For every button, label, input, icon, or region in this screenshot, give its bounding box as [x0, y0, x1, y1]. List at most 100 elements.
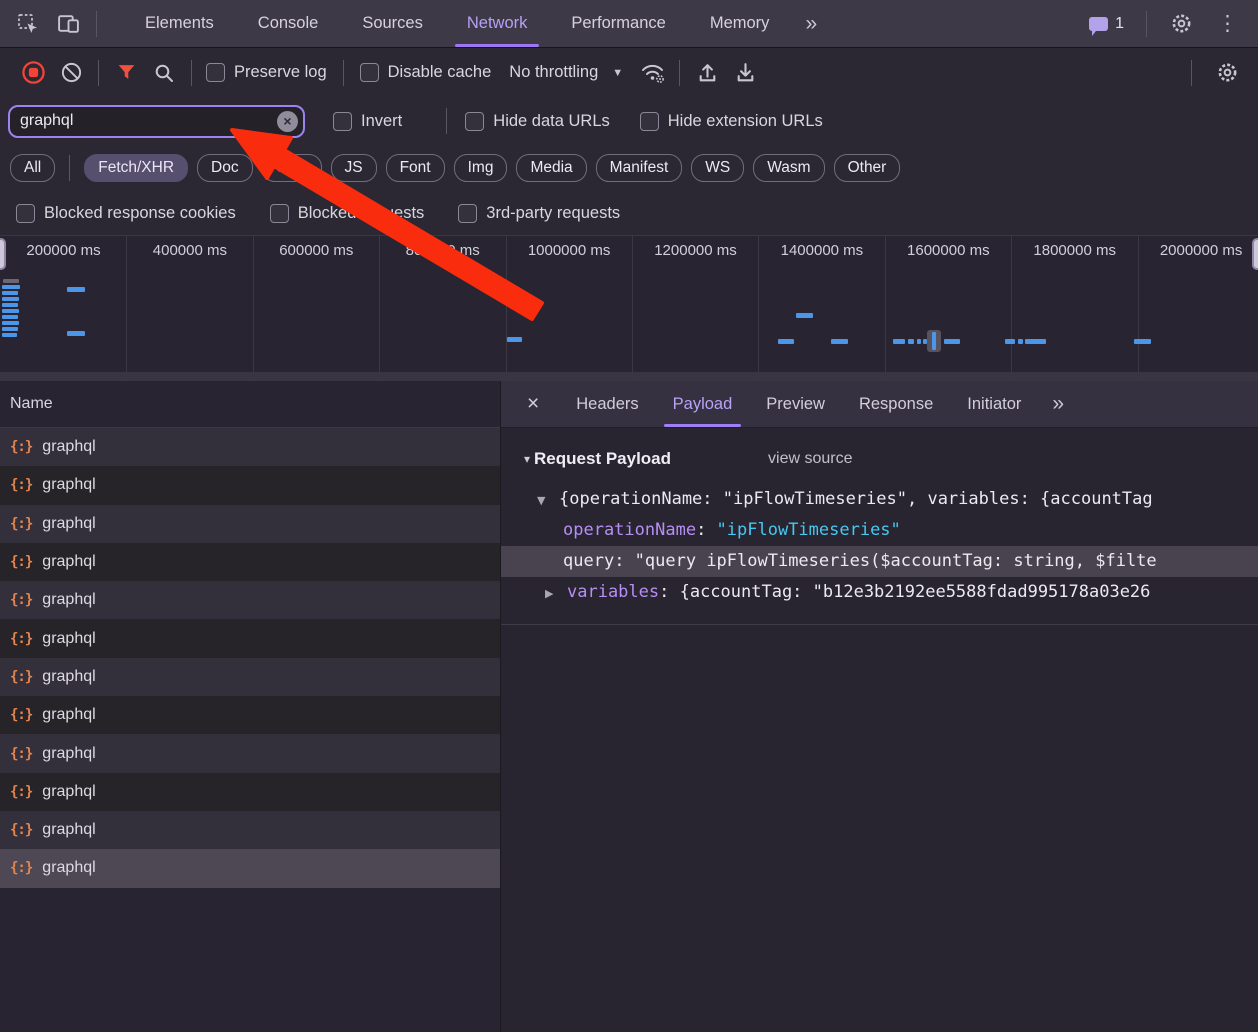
filter-chip-all[interactable]: All [10, 154, 55, 182]
checkbox[interactable] [333, 112, 352, 131]
filter-chip-js[interactable]: JS [331, 154, 377, 182]
detail-tab-response[interactable]: Response [842, 381, 950, 427]
payload-line[interactable]: operationName: "ipFlowTimeseries" [501, 515, 1258, 546]
waterfall-bar[interactable] [2, 285, 20, 289]
disable-cache-checkbox[interactable]: Disable cache [360, 63, 492, 82]
waterfall-bar[interactable] [1025, 339, 1046, 344]
tab-console[interactable]: Console [236, 0, 341, 47]
blocked-response-cookies-checkbox[interactable]: Blocked response cookies [16, 204, 236, 223]
selected-request-marker[interactable] [927, 330, 941, 352]
waterfall-bar[interactable] [3, 279, 19, 283]
checkbox[interactable] [360, 63, 379, 82]
collapsed-arrow-icon[interactable]: ▶ [545, 578, 561, 609]
waterfall-bar[interactable] [67, 331, 85, 336]
waterfall-bar[interactable] [893, 339, 905, 344]
request-row[interactable]: {:}graphql [0, 734, 500, 772]
request-row[interactable]: {:}graphql [0, 581, 500, 619]
view-source-link[interactable]: view source [768, 450, 852, 468]
detail-tab-headers[interactable]: Headers [559, 381, 655, 427]
request-row[interactable]: {:}graphql [0, 773, 500, 811]
filter-chip-img[interactable]: Img [454, 154, 508, 182]
tab-sources[interactable]: Sources [340, 0, 445, 47]
checkbox[interactable] [458, 204, 477, 223]
import-har-icon[interactable] [688, 54, 726, 92]
tab-performance[interactable]: Performance [549, 0, 687, 47]
checkbox[interactable] [270, 204, 289, 223]
clear-filter-icon[interactable]: × [277, 111, 298, 132]
expanded-arrow-icon[interactable]: ▼ [537, 485, 553, 516]
request-row[interactable]: {:}graphql [0, 428, 500, 466]
filter-chip-font[interactable]: Font [386, 154, 445, 182]
waterfall-bar[interactable] [908, 339, 914, 344]
record-network-log-icon[interactable] [14, 54, 52, 92]
invert-checkbox[interactable]: Invert [333, 112, 402, 131]
waterfall-bar[interactable] [2, 291, 18, 295]
filter-chip-manifest[interactable]: Manifest [596, 154, 683, 182]
payload-line[interactable]: ▶variables: {accountTag: "b12e3b2192ee55… [501, 577, 1258, 608]
tab-memory[interactable]: Memory [688, 0, 792, 47]
checkbox[interactable] [640, 112, 659, 131]
preserve-log-checkbox[interactable]: Preserve log [206, 63, 327, 82]
waterfall-bar[interactable] [831, 339, 848, 344]
waterfall-bar[interactable] [507, 337, 522, 342]
filter-chip-media[interactable]: Media [516, 154, 586, 182]
kebab-menu-icon[interactable]: ⋮ [1207, 11, 1248, 36]
waterfall-bar[interactable] [944, 339, 960, 344]
tab-network[interactable]: Network [445, 0, 550, 47]
name-column-header[interactable]: Name [0, 381, 500, 428]
request-row[interactable]: {:}graphql [0, 811, 500, 849]
hide-data-urls-checkbox[interactable]: Hide data URLs [465, 112, 609, 131]
network-settings-gear-icon[interactable] [1208, 54, 1246, 92]
waterfall-bar[interactable] [2, 321, 19, 325]
request-row[interactable]: {:}graphql [0, 505, 500, 543]
device-toolbar-icon[interactable] [48, 4, 88, 44]
more-detail-tabs-icon[interactable]: » [1038, 381, 1077, 427]
filter-chip-css[interactable]: CSS [262, 154, 322, 182]
waterfall-bar[interactable] [778, 339, 794, 344]
network-conditions-icon[interactable] [633, 54, 671, 92]
waterfall-bar[interactable] [1134, 339, 1151, 344]
filter-chip-other[interactable]: Other [834, 154, 901, 182]
filter-chip-wasm[interactable]: Wasm [753, 154, 824, 182]
3rd-party-requests-checkbox[interactable]: 3rd-party requests [458, 204, 620, 223]
waterfall-bar[interactable] [2, 309, 19, 313]
request-row[interactable]: {:}graphql [0, 619, 500, 657]
waterfall-bar[interactable] [67, 287, 85, 292]
request-row[interactable]: {:}graphql [0, 543, 500, 581]
detail-tab-payload[interactable]: Payload [656, 381, 750, 427]
detail-tab-initiator[interactable]: Initiator [950, 381, 1038, 427]
checkbox[interactable] [206, 63, 225, 82]
hide-extension-urls-checkbox[interactable]: Hide extension URLs [640, 112, 823, 131]
waterfall-bar[interactable] [2, 303, 18, 307]
payload-line[interactable]: query: "query ipFlowTimeseries($accountT… [501, 546, 1258, 577]
waterfall-bar[interactable] [1005, 339, 1015, 344]
filter-chip-fetch-xhr[interactable]: Fetch/XHR [84, 154, 188, 182]
request-row[interactable]: {:}graphql [0, 849, 500, 887]
request-row[interactable]: {:}graphql [0, 696, 500, 734]
waterfall-bar[interactable] [2, 327, 18, 331]
network-overview-timeline[interactable]: 200000 ms400000 ms600000 ms800000 ms1000… [0, 235, 1258, 383]
close-icon[interactable]: × [515, 381, 551, 427]
waterfall-bar[interactable] [917, 339, 921, 344]
console-messages-button[interactable]: 1 [1081, 15, 1132, 33]
detail-tab-preview[interactable]: Preview [749, 381, 842, 427]
more-tabs-icon[interactable]: » [791, 12, 830, 36]
waterfall-bar[interactable] [2, 297, 19, 301]
inspect-element-icon[interactable] [8, 4, 48, 44]
filter-chip-ws[interactable]: WS [691, 154, 744, 182]
waterfall-bar[interactable] [2, 315, 18, 319]
throttling-dropdown[interactable]: No throttling ▼ [509, 63, 623, 82]
request-row[interactable]: {:}graphql [0, 658, 500, 696]
network-filter-input[interactable] [8, 105, 305, 138]
search-icon[interactable] [145, 54, 183, 92]
waterfall-bar[interactable] [796, 313, 813, 318]
payload-line[interactable]: ▼{operationName: "ipFlowTimeseries", var… [501, 484, 1258, 515]
section-collapse-icon[interactable]: ▾ [524, 452, 530, 466]
clear-network-log-icon[interactable] [52, 54, 90, 92]
request-row[interactable]: {:}graphql [0, 466, 500, 504]
tab-elements[interactable]: Elements [123, 0, 236, 47]
export-har-icon[interactable] [726, 54, 764, 92]
checkbox[interactable] [465, 112, 484, 131]
blocked-requests-checkbox[interactable]: Blocked requests [270, 204, 425, 223]
waterfall-bar[interactable] [2, 333, 17, 337]
